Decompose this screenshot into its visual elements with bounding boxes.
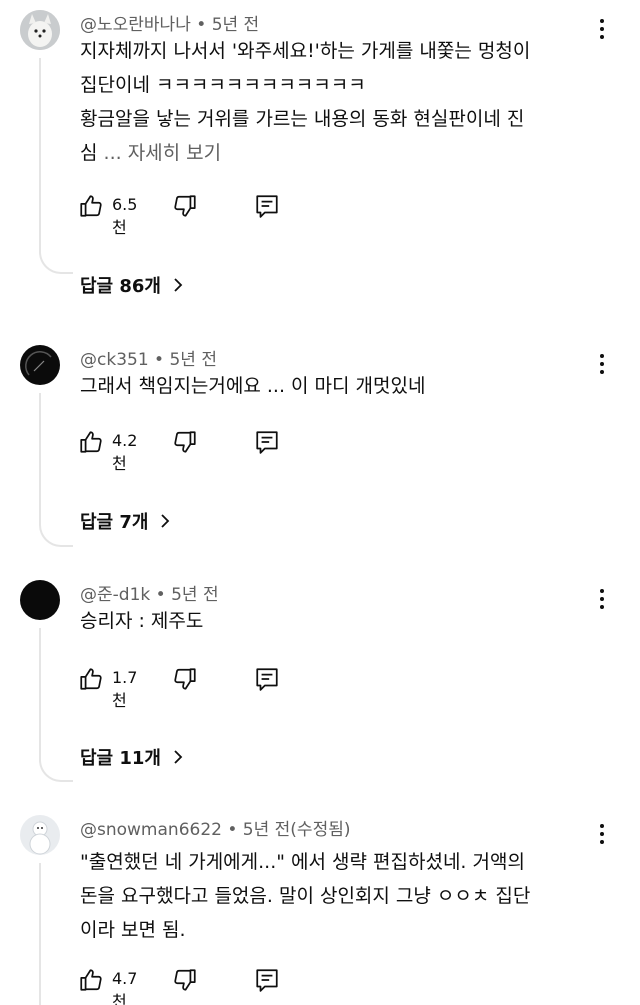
comment-meta: @ck351 • 5년 전 [80, 345, 217, 370]
view-replies-button[interactable]: 답글 11개 [80, 744, 183, 770]
replies-label: 답글 86개 [80, 276, 161, 297]
comment-line: 승리자 : 제주도 [80, 610, 204, 632]
comment-line: 지자체까지 나서서 '와주세요!'하는 가게를 내쫓는 멍청이 [80, 40, 531, 62]
comment-time: 5년 전 [211, 15, 260, 35]
comment-author[interactable]: @준-d1k [80, 585, 150, 605]
thread-line [39, 628, 41, 756]
comment-author[interactable]: @ck351 [80, 350, 149, 370]
comment-actions: 4.7천 [78, 965, 308, 1005]
like-button[interactable]: 6.5천 [78, 191, 137, 237]
comment-actions: 4.2천 [78, 427, 308, 473]
thread-curve [39, 756, 73, 782]
thread-line [39, 863, 41, 1005]
thumbs-down-icon [174, 431, 196, 453]
thread-line [39, 58, 41, 248]
comment-time: 5년 전(수정됨) [242, 820, 351, 840]
comment-line-end: 심 [80, 142, 98, 164]
like-button[interactable]: 4.2천 [78, 427, 137, 473]
replies-label: 답글 11개 [80, 748, 161, 769]
replies-label: 답글 7개 [80, 512, 149, 533]
chevron-right-icon [174, 750, 183, 764]
comment-text: 지자체까지 나서서 '와주세요!'하는 가게를 내쫓는 멍청이 집단이네 ㅋㅋㅋ… [80, 34, 580, 170]
reply-button[interactable] [254, 427, 280, 457]
meta-separator: • [190, 15, 212, 35]
reply-button[interactable] [254, 965, 280, 995]
comment-time: 5년 전 [171, 585, 219, 605]
more-vertical-icon[interactable] [594, 12, 610, 46]
thread-line [39, 393, 41, 521]
comment-line: 집단이네 ㅋㅋㅋㅋㅋㅋㅋㅋㅋㅋㅋㅋ [80, 74, 366, 96]
more-vertical-icon[interactable] [594, 817, 610, 851]
comment-line: 이라 보면 됨. [80, 919, 186, 941]
reply-button[interactable] [254, 191, 280, 221]
view-replies-button[interactable]: 답글 86개 [80, 272, 183, 298]
meta-separator: • [221, 820, 243, 840]
thread-curve [39, 248, 73, 274]
comment-author[interactable]: @노오란바나나 [80, 15, 191, 35]
thumbs-down-icon [174, 195, 196, 217]
dislike-button[interactable] [172, 191, 198, 221]
thumbs-down-icon [174, 969, 196, 991]
reply-comment-icon [256, 431, 278, 454]
comment-actions: 1.7천 [78, 664, 308, 710]
thumbs-up-icon [80, 668, 102, 690]
reply-comment-icon [256, 969, 278, 992]
like-count: 6.5천 [112, 195, 138, 237]
avatar-black[interactable] [20, 580, 60, 620]
comment-actions: 6.5천 [78, 191, 308, 237]
dislike-button[interactable] [172, 664, 198, 694]
avatar-dark[interactable] [20, 345, 60, 385]
comment-meta: @snowman6622 • 5년 전(수정됨) [80, 815, 350, 840]
like-count: 1.7천 [112, 668, 138, 710]
view-replies-button[interactable]: 답글 7개 [80, 508, 170, 534]
meta-separator: • [150, 585, 172, 605]
comment-author[interactable]: @snowman6622 [80, 820, 222, 840]
comment-meta: @노오란바나나 • 5년 전 [80, 10, 259, 35]
like-button[interactable]: 4.7천 [78, 965, 137, 1005]
comment-meta: @준-d1k • 5년 전 [80, 580, 219, 605]
comment-time: 5년 전 [169, 350, 217, 370]
avatar-snowman[interactable] [20, 815, 60, 855]
comment-line: 황금알을 낳는 거위를 가르는 내용의 동화 현실판이네 진 [80, 108, 525, 130]
comment-line: "출연했던 네 가게에게..." 에서 생략 편집하셨네. 거액의 [80, 851, 525, 873]
more-vertical-icon[interactable] [594, 347, 610, 381]
chevron-right-icon [174, 278, 183, 292]
meta-separator: • [148, 350, 170, 370]
reply-comment-icon [256, 668, 278, 691]
reply-button[interactable] [254, 664, 280, 694]
comment-text: 승리자 : 제주도 [80, 604, 580, 638]
avatar-dog[interactable] [20, 10, 60, 50]
thumbs-up-icon [80, 195, 102, 217]
dislike-button[interactable] [172, 965, 198, 995]
like-count: 4.7천 [112, 969, 138, 1005]
thread-curve [39, 521, 73, 547]
comment-text: "출연했던 네 가게에게..." 에서 생략 편집하셨네. 거액의 돈을 요구했… [80, 845, 580, 947]
reply-comment-icon [256, 195, 278, 218]
like-button[interactable]: 1.7천 [78, 664, 137, 710]
comment-line: 그래서 책임지는거에요 ... 이 마디 개멋있네 [80, 375, 426, 397]
comment-line: 심 ... 자세히 보기 [80, 136, 580, 170]
comment-text: 그래서 책임지는거에요 ... 이 마디 개멋있네 [80, 369, 580, 403]
read-more-link[interactable]: ... 자세히 보기 [104, 142, 222, 164]
thumbs-up-icon [80, 969, 102, 991]
dislike-button[interactable] [172, 427, 198, 457]
thumbs-up-icon [80, 431, 102, 453]
like-count: 4.2천 [112, 431, 138, 473]
more-vertical-icon[interactable] [594, 582, 610, 616]
chevron-right-icon [161, 514, 170, 528]
comment-line: 돈을 요구했다고 들었음. 말이 상인회지 그냥 ㅇㅇㅊ 집단 [80, 885, 531, 907]
thumbs-down-icon [174, 668, 196, 690]
